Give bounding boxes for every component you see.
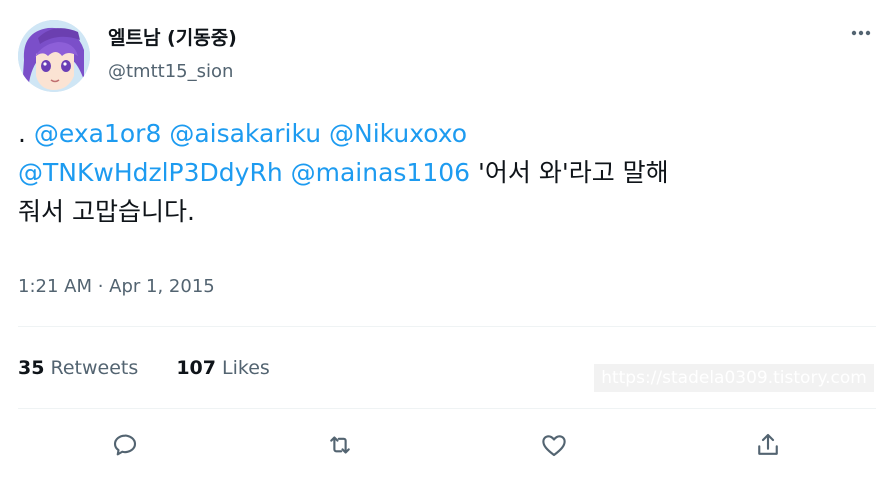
tweet-line-3: 줘서 고맙습니다. <box>18 192 880 231</box>
likes-count: 107 <box>176 357 216 379</box>
tweet-line-2: @TNKwHdzlP3DdyRh @mainas1106 '어서 와'라고 말해 <box>18 153 880 192</box>
more-horizontal-icon <box>851 30 871 36</box>
retweets-stat[interactable]: 35 Retweets <box>18 355 138 381</box>
display-name[interactable]: 엘트남 (기동중) <box>108 25 237 51</box>
watermark: https://stadela0309.tistory.com <box>594 364 874 392</box>
tweet-line-1: . @exa1or8 @aisakariku @Nikuxoxo <box>18 114 880 153</box>
avatar[interactable] <box>18 20 90 92</box>
user-handle[interactable]: @tmtt15_sion <box>108 60 233 84</box>
reply-button[interactable] <box>103 423 147 467</box>
tweet-timestamp[interactable]: 1:21 AM · Apr 1, 2015 <box>18 275 215 299</box>
reply-icon <box>113 434 137 456</box>
mention-link[interactable]: @Nikuxoxo <box>329 119 467 148</box>
mention-link[interactable]: @mainas1106 <box>291 158 470 187</box>
tweet-stats: 35 Retweets 107 Likes <box>18 355 302 381</box>
likes-stat[interactable]: 107 Likes <box>176 355 270 381</box>
tweet-text-body: 줘서 고맙습니다. <box>18 197 195 226</box>
like-button[interactable] <box>532 423 576 467</box>
divider <box>18 326 876 327</box>
tweet-text-prefix: . <box>18 119 34 148</box>
retweet-button[interactable] <box>318 423 362 467</box>
heart-icon <box>542 435 566 457</box>
mention-link[interactable]: @exa1or8 <box>34 119 161 148</box>
mention-link[interactable]: @aisakariku <box>169 119 321 148</box>
more-options-button[interactable] <box>845 20 877 46</box>
share-button[interactable] <box>746 423 790 467</box>
divider <box>18 408 876 409</box>
retweets-label: Retweets <box>50 357 139 379</box>
tweet-text: . @exa1or8 @aisakariku @Nikuxoxo @TNKwHd… <box>18 114 880 231</box>
retweet-icon <box>330 436 350 454</box>
mention-link[interactable]: @TNKwHdzlP3DdyRh <box>18 158 283 187</box>
avatar-image <box>18 20 90 92</box>
tweet-text-body: '어서 와'라고 말해 <box>478 158 669 187</box>
retweets-count: 35 <box>18 357 45 379</box>
share-icon <box>758 433 778 455</box>
likes-label: Likes <box>222 357 270 379</box>
